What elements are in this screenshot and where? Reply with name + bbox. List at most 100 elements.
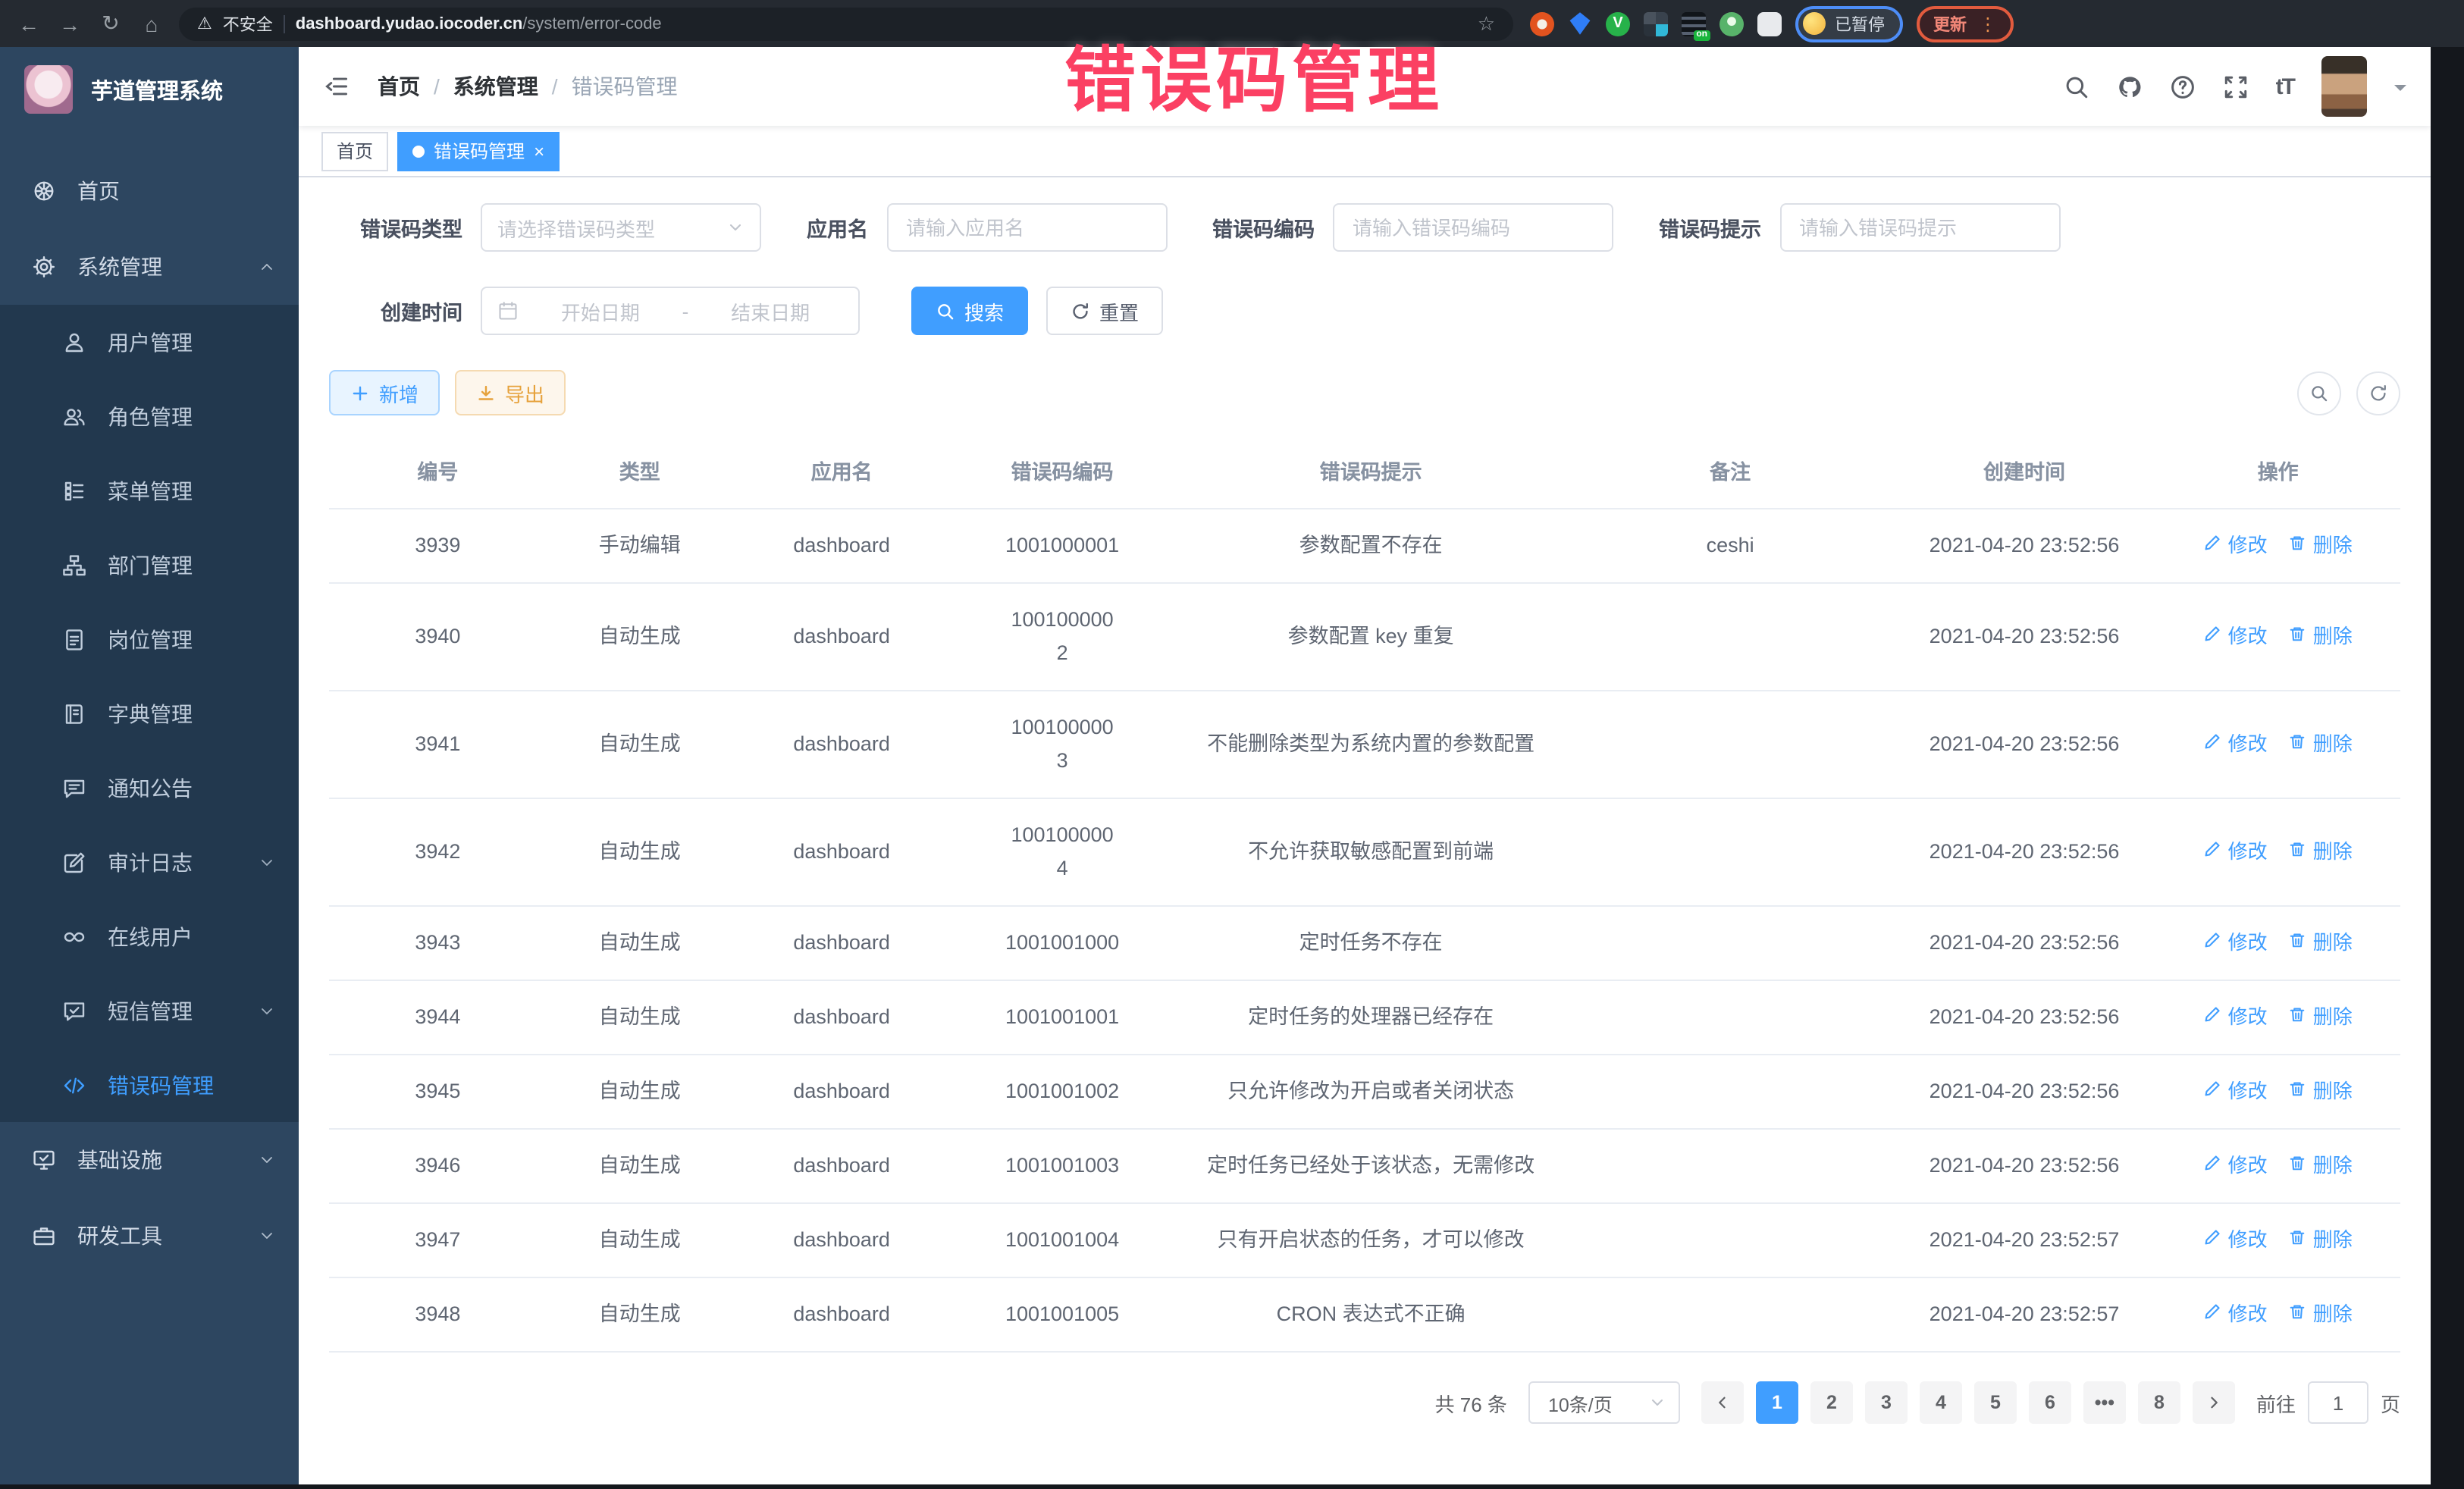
page-button[interactable]: 5 <box>1974 1381 2017 1424</box>
delete-link[interactable]: 删除 <box>2289 529 2353 563</box>
edit-link[interactable]: 修改 <box>2204 620 2268 654</box>
sidebar-item-sms-management[interactable]: 短信管理 <box>0 973 299 1048</box>
error-code-field[interactable] <box>1333 203 1613 252</box>
pager-ellipsis[interactable]: ••• <box>2083 1381 2126 1424</box>
delete-link[interactable]: 删除 <box>2289 1298 2353 1331</box>
error-hint-field[interactable] <box>1779 203 2060 252</box>
sidebar-item-dict-management[interactable]: 字典管理 <box>0 676 299 751</box>
forward-icon[interactable]: → <box>56 11 83 36</box>
sidebar-item-system-management[interactable]: 系统管理 <box>0 229 299 305</box>
menu-kebab-icon[interactable]: ⋮ <box>1979 13 1997 34</box>
search-icon[interactable] <box>2064 74 2089 99</box>
sidebar-item-audit-log[interactable]: 审计日志 <box>0 825 299 899</box>
error-type-select[interactable]: 请选择错误码类型 <box>481 203 761 252</box>
edit-link[interactable]: 修改 <box>2204 529 2268 563</box>
reload-icon[interactable]: ↻ <box>97 11 124 36</box>
app-name-input[interactable] <box>903 215 1150 240</box>
edit-link[interactable]: 修改 <box>2204 926 2268 960</box>
page-size-select[interactable]: 10条/页 <box>1528 1381 1680 1424</box>
sidebar-item-dev-tools[interactable]: 研发工具 <box>0 1198 299 1274</box>
sidebar-item-home[interactable]: 首页 <box>0 153 299 229</box>
edit-link[interactable]: 修改 <box>2204 1075 2268 1108</box>
sidebar-item-role-management[interactable]: 角色管理 <box>0 379 299 453</box>
edit-link[interactable]: 修改 <box>2204 835 2268 869</box>
edit-link[interactable]: 修改 <box>2204 1149 2268 1183</box>
delete-link[interactable]: 删除 <box>2289 1001 2353 1034</box>
extension-icon[interactable]: on <box>1682 11 1706 36</box>
app-name-field[interactable] <box>886 203 1167 252</box>
home-icon[interactable]: ⌂ <box>138 11 165 36</box>
delete-icon <box>2289 1001 2307 1034</box>
breadcrumb-item[interactable]: 首页 <box>378 71 420 102</box>
extension-icon[interactable]: V <box>1606 11 1630 36</box>
reset-button[interactable]: 重置 <box>1046 287 1163 335</box>
delete-link[interactable]: 删除 <box>2289 620 2353 654</box>
extension-icon[interactable] <box>1644 11 1668 36</box>
sidebar-item-user-management[interactable]: 用户管理 <box>0 305 299 379</box>
add-button[interactable]: 新增 <box>329 370 440 415</box>
error-hint-input[interactable] <box>1796 215 2043 240</box>
tab-error-code[interactable]: 错误码管理 × <box>397 131 560 171</box>
bookmark-star-icon[interactable]: ☆ <box>1478 11 1495 36</box>
pager-next[interactable] <box>2193 1381 2235 1424</box>
edit-link[interactable]: 修改 <box>2204 1224 2268 1257</box>
page-button[interactable]: 4 <box>1920 1381 1962 1424</box>
extension-icon[interactable] <box>1530 11 1554 36</box>
dict-icon <box>62 701 86 726</box>
close-icon[interactable]: × <box>534 142 544 160</box>
sidebar-item-infrastructure[interactable]: 基础设施 <box>0 1122 299 1198</box>
pager-prev[interactable] <box>1701 1381 1744 1424</box>
tab-home[interactable]: 首页 <box>321 131 388 171</box>
search-button[interactable]: 搜索 <box>911 287 1028 335</box>
sidebar-logo-row[interactable]: 芋道管理系统 <box>0 47 299 132</box>
date-range-picker[interactable]: 开始日期 - 结束日期 <box>481 287 860 335</box>
page-button[interactable]: 1 <box>1756 1381 1798 1424</box>
hide-search-button[interactable] <box>2297 371 2341 415</box>
edit-icon <box>2204 1001 2222 1034</box>
github-icon[interactable] <box>2117 74 2143 99</box>
delete-link[interactable]: 删除 <box>2289 1224 2353 1257</box>
export-button[interactable]: 导出 <box>455 370 566 415</box>
delete-link[interactable]: 删除 <box>2289 1149 2353 1183</box>
cell-id: 3944 <box>329 981 547 1054</box>
page-button[interactable]: 6 <box>2029 1381 2071 1424</box>
paused-extension-pill[interactable]: 已暂停 <box>1795 5 1903 42</box>
sidebar-item-notice-announcement[interactable]: 通知公告 <box>0 751 299 825</box>
total-count: 共 76 条 <box>1435 1388 1507 1417</box>
fullscreen-icon[interactable] <box>2223 74 2249 99</box>
error-code-input[interactable] <box>1350 215 1597 240</box>
browser-update-button[interactable]: 更新 ⋮ <box>1917 5 2014 42</box>
goto-page-input[interactable] <box>2308 1381 2368 1424</box>
back-icon[interactable]: ← <box>15 11 42 36</box>
sidebar-item-online-users[interactable]: 在线用户 <box>0 899 299 973</box>
hamburger-icon[interactable] <box>323 73 350 100</box>
address-bar[interactable]: ⚠ 不安全 dashboard.yudao.iocoder.cn/system/… <box>179 7 1513 40</box>
page-button[interactable]: 3 <box>1865 1381 1908 1424</box>
extension-icon[interactable] <box>1568 11 1592 36</box>
font-size-icon[interactable]: tT <box>2276 74 2294 99</box>
chevron-down-icon[interactable] <box>2394 84 2406 96</box>
row-actions: 修改删除 <box>2156 1130 2400 1202</box>
delete-link[interactable]: 删除 <box>2289 926 2353 960</box>
page-button[interactable]: 2 <box>1810 1381 1853 1424</box>
refresh-button[interactable] <box>2356 371 2400 415</box>
extension-icon[interactable] <box>1719 11 1744 36</box>
breadcrumb-item[interactable]: 系统管理 <box>453 71 538 102</box>
edit-link[interactable]: 修改 <box>2204 1001 2268 1034</box>
sidebar-item-dept-management[interactable]: 部门管理 <box>0 528 299 602</box>
page-button[interactable]: 8 <box>2138 1381 2180 1424</box>
puzzle-extension-icon[interactable] <box>1757 11 1782 36</box>
sidebar-item-error-code-management[interactable]: 错误码管理 <box>0 1048 299 1122</box>
cell-note <box>1568 1295 1893 1334</box>
delete-link[interactable]: 删除 <box>2289 835 2353 869</box>
edit-link[interactable]: 修改 <box>2204 1298 2268 1331</box>
sidebar-item-menu-management[interactable]: 菜单管理 <box>0 453 299 528</box>
help-icon[interactable] <box>2170 74 2196 99</box>
avatar[interactable] <box>2321 56 2367 117</box>
sidebar-item-post-management[interactable]: 岗位管理 <box>0 602 299 676</box>
delete-link[interactable]: 删除 <box>2289 728 2353 761</box>
edit-link[interactable]: 修改 <box>2204 728 2268 761</box>
column-header-type: 类型 <box>547 438 733 508</box>
delete-link[interactable]: 删除 <box>2289 1075 2353 1108</box>
cell-code: 100100000 4 <box>951 799 1174 905</box>
